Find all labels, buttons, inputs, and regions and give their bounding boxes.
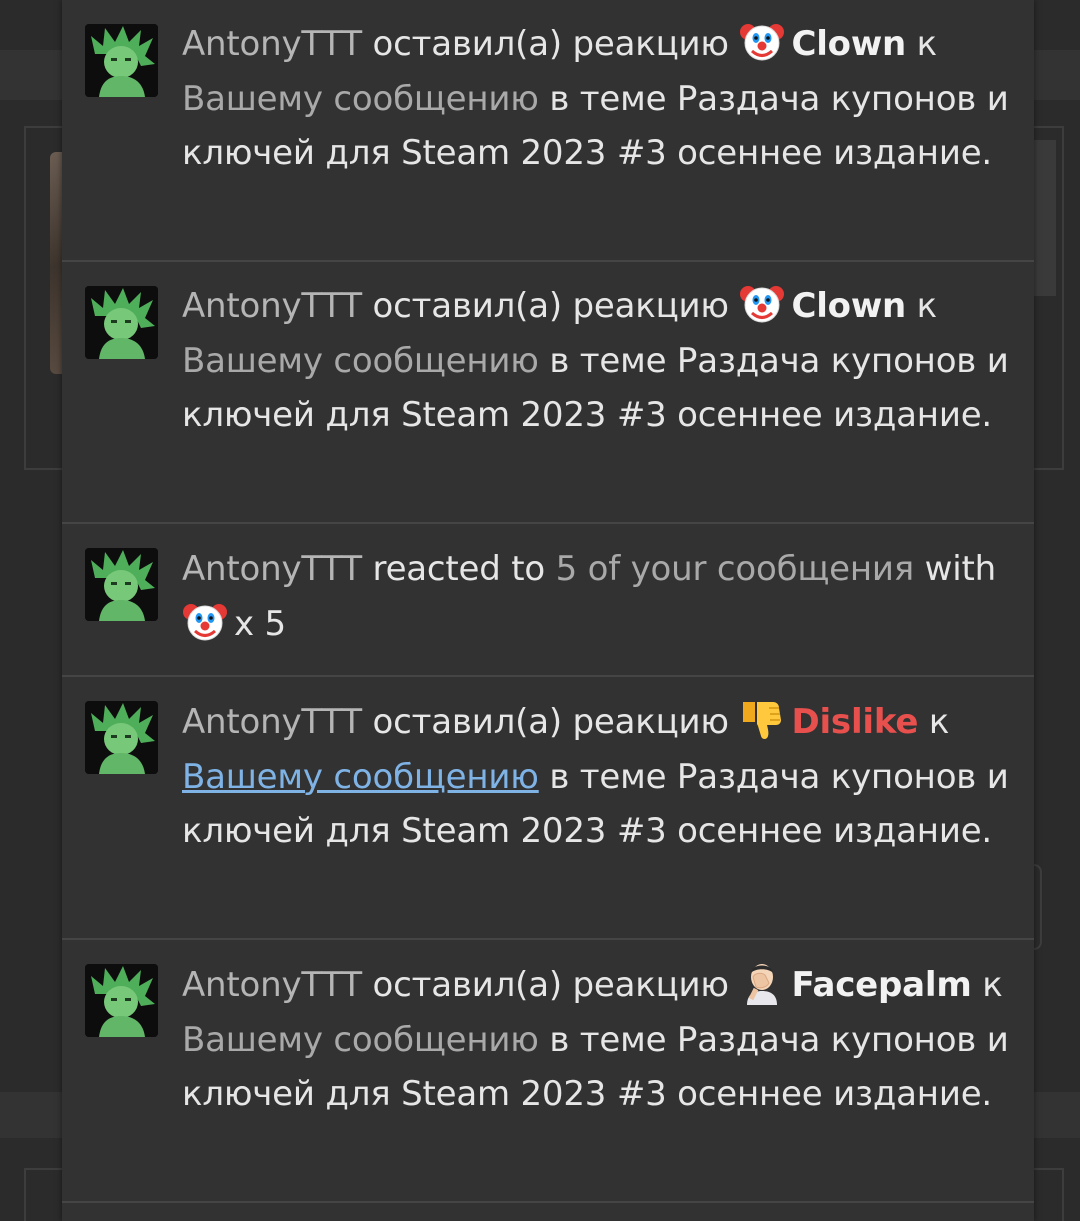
notification-item[interactable]: AntonyTTT оставил(а) реакцию Dislike к В… <box>62 677 1034 940</box>
avatar[interactable] <box>85 964 158 1037</box>
avatar[interactable] <box>85 701 158 774</box>
thread-prefix-text: в теме <box>549 78 667 119</box>
notifications-dropdown: AntonyTTT оставил(а) реакцию Clown к Ваш… <box>62 0 1034 1221</box>
preposition-text: к <box>928 702 950 742</box>
message-link[interactable]: Вашему сообщению <box>182 757 539 797</box>
avatar[interactable] <box>85 24 158 97</box>
reaction-count: x 5 <box>234 603 286 644</box>
username-link[interactable]: AntonyTTT <box>182 549 362 589</box>
action-text: оставил(а) реакцию <box>372 24 730 64</box>
notification-text: AntonyTTT reacted to 5 of your сообщения… <box>182 542 1012 651</box>
clown-emoji-icon <box>182 598 228 644</box>
username-link[interactable]: AntonyTTT <box>182 965 362 1005</box>
notification-item[interactable]: AntonyTTT оставил(а) реакцию Clown к Ваш… <box>62 0 1034 262</box>
message-link[interactable]: Вашему сообщению <box>182 1020 539 1060</box>
action-text: reacted to <box>372 549 546 589</box>
screen: AntonyTTT оставил(а) реакцию Clown к Ваш… <box>0 0 1080 1221</box>
messages-link[interactable]: 5 of your сообщения <box>556 549 915 589</box>
with-text: with <box>924 549 997 589</box>
background-side-block <box>1034 140 1056 296</box>
username-link[interactable]: AntonyTTT <box>182 702 362 742</box>
reaction-name: Dislike <box>791 702 919 742</box>
avatar[interactable] <box>85 286 158 359</box>
notification-item[interactable]: AntonyTTT оставил(а) реакцию Facepalm к … <box>62 940 1034 1203</box>
reaction-name: Clown <box>791 286 907 326</box>
message-link[interactable]: Вашему сообщению <box>182 79 539 119</box>
reaction-name: Facepalm <box>791 965 972 1005</box>
notification-item[interactable]: AntonyTTT reacted to 5 of your сообщения… <box>62 524 1034 677</box>
preposition-text: к <box>916 24 938 64</box>
username-link[interactable]: AntonyTTT <box>182 286 362 326</box>
username-link[interactable]: AntonyTTT <box>182 24 362 64</box>
notification-text: AntonyTTT оставил(а) реакцию Facepalm к … <box>182 958 1012 1122</box>
thread-prefix-text: в теме <box>549 756 667 797</box>
clown-emoji-icon <box>739 280 785 326</box>
clown-emoji-icon <box>739 18 785 64</box>
notification-text: AntonyTTT оставил(а) реакцию Clown к Ваш… <box>182 17 1012 181</box>
action-text: оставил(а) реакцию <box>372 965 730 1005</box>
message-link[interactable]: Вашему сообщению <box>182 341 539 381</box>
notification-item[interactable]: AntonyTTT оставил(а) реакцию Clown к Ваш… <box>62 262 1034 524</box>
thread-prefix-text: в теме <box>549 1019 667 1060</box>
action-text: оставил(а) реакцию <box>372 286 730 326</box>
facepalm-emoji-icon <box>739 959 785 1005</box>
avatar[interactable] <box>85 548 158 621</box>
action-text: оставил(а) реакцию <box>372 702 730 742</box>
notification-text: AntonyTTT оставил(а) реакцию Dislike к В… <box>182 695 1012 859</box>
preposition-text: к <box>916 286 938 326</box>
thread-prefix-text: в теме <box>549 340 667 381</box>
thumbs-down-emoji-icon <box>739 696 785 742</box>
reaction-name: Clown <box>791 24 907 64</box>
notification-text: AntonyTTT оставил(а) реакцию Clown к Ваш… <box>182 279 1012 443</box>
preposition-text: к <box>982 965 1003 1005</box>
